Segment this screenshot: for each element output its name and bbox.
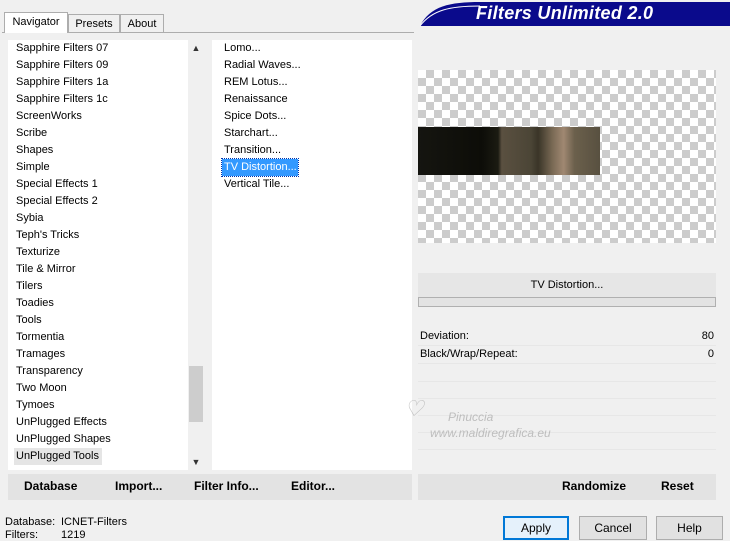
category-item[interactable]: Tools bbox=[14, 312, 186, 329]
category-item[interactable]: Sybia bbox=[14, 210, 186, 227]
watermark-name: Pinuccia bbox=[448, 410, 494, 424]
filter-item[interactable]: TV Distortion... bbox=[221, 158, 299, 177]
category-item[interactable]: UnPlugged Effects bbox=[14, 414, 186, 431]
filter-progress-bar bbox=[418, 297, 716, 307]
watermark-logo-icon: ♡ bbox=[404, 396, 424, 421]
scroll-down-icon[interactable]: ▼ bbox=[188, 454, 204, 470]
watermark-url: www.maldiregrafica.eu bbox=[430, 426, 551, 440]
app-title: Filters Unlimited 2.0 bbox=[476, 3, 654, 23]
category-item[interactable]: UnPlugged Shapes bbox=[14, 431, 186, 448]
category-item[interactable]: Transparency bbox=[14, 363, 186, 380]
category-item[interactable]: Shapes bbox=[14, 142, 186, 159]
category-item[interactable]: Scribe bbox=[14, 125, 186, 142]
filters-count-value: 1219 bbox=[61, 529, 86, 541]
control-divider bbox=[418, 398, 716, 399]
category-list[interactable]: Sapphire Filters 07 Sapphire Filters 09 Sa… bbox=[14, 40, 186, 465]
control-divider bbox=[418, 381, 716, 382]
tab-navigator[interactable]: Navigator bbox=[4, 12, 68, 33]
filter-list-panel: Lomo... Radial Waves... REM Lotus... Renais… bbox=[212, 40, 412, 470]
category-item[interactable]: Sapphire Filters 07 bbox=[14, 40, 186, 57]
category-item[interactable]: Sapphire Filters 1c bbox=[14, 91, 186, 108]
category-item[interactable]: Tramages bbox=[14, 346, 186, 363]
category-item[interactable]: Tile & Mirror bbox=[14, 261, 186, 278]
control-divider bbox=[418, 449, 716, 450]
filter-item[interactable]: REM Lotus... bbox=[222, 74, 407, 91]
category-item[interactable]: UnPlugged Tools bbox=[14, 448, 102, 465]
cancel-button[interactable]: Cancel bbox=[579, 516, 647, 540]
category-item[interactable]: Teph's Tricks bbox=[14, 227, 186, 244]
preview-image bbox=[418, 127, 600, 175]
filter-item[interactable]: Spice Dots... bbox=[222, 108, 407, 125]
control-label: Deviation: bbox=[420, 330, 469, 342]
category-item[interactable]: Sapphire Filters 09 bbox=[14, 57, 186, 74]
category-item[interactable]: Tymoes bbox=[14, 397, 186, 414]
filter-name-label: TV Distortion... bbox=[418, 273, 716, 297]
category-item[interactable]: Toadies bbox=[14, 295, 186, 312]
filter-item[interactable]: Starchart... bbox=[222, 125, 407, 142]
category-item[interactable]: Tormentia bbox=[14, 329, 186, 346]
preview-checkerboard bbox=[418, 70, 716, 243]
tab-about[interactable]: About bbox=[120, 14, 164, 32]
category-item[interactable]: Sapphire Filters 1a bbox=[14, 74, 186, 91]
help-button[interactable]: Help bbox=[656, 516, 723, 540]
filter-list[interactable]: Lomo... Radial Waves... REM Lotus... Renais… bbox=[221, 40, 407, 193]
category-item[interactable]: Tilers bbox=[14, 278, 186, 295]
database-value: ICNET-Filters bbox=[61, 516, 127, 528]
category-item[interactable]: Special Effects 2 bbox=[14, 193, 186, 210]
filter-item[interactable]: Lomo... bbox=[222, 40, 407, 57]
reset-button[interactable]: Reset bbox=[661, 479, 694, 493]
category-item[interactable]: Texturize bbox=[14, 244, 186, 261]
randomize-button[interactable]: Randomize bbox=[562, 479, 626, 493]
filter-info-button[interactable]: Filter Info... bbox=[194, 479, 259, 493]
scroll-up-icon[interactable]: ▲ bbox=[188, 40, 204, 56]
filters-count-label: Filters: bbox=[5, 529, 38, 541]
control-deviation[interactable]: Deviation: 80 bbox=[418, 328, 716, 346]
tab-presets[interactable]: Presets bbox=[68, 14, 120, 32]
scroll-thumb[interactable] bbox=[189, 366, 203, 422]
database-button[interactable]: Database bbox=[24, 479, 77, 493]
category-item[interactable]: ScreenWorks bbox=[14, 108, 186, 125]
category-item[interactable]: Simple bbox=[14, 159, 186, 176]
import-button[interactable]: Import... bbox=[115, 479, 162, 493]
category-item[interactable]: Special Effects 1 bbox=[14, 176, 186, 193]
filter-item[interactable]: Radial Waves... bbox=[222, 57, 407, 74]
filter-item[interactable]: Transition... bbox=[222, 142, 407, 159]
database-label: Database: bbox=[5, 516, 56, 528]
filter-item[interactable]: Vertical Tile... bbox=[222, 176, 407, 193]
apply-button[interactable]: Apply bbox=[503, 516, 569, 540]
editor-button[interactable]: Editor... bbox=[291, 479, 335, 493]
category-scrollbar[interactable]: ▲ ▼ bbox=[188, 40, 204, 470]
control-value[interactable]: 0 bbox=[708, 348, 714, 360]
control-value[interactable]: 80 bbox=[702, 330, 714, 342]
control-black-wrap-repeat[interactable]: Black/Wrap/Repeat: 0 bbox=[418, 346, 716, 364]
category-item[interactable]: Two Moon bbox=[14, 380, 186, 397]
filter-item[interactable]: Renaissance bbox=[222, 91, 407, 108]
control-label: Black/Wrap/Repeat: bbox=[420, 348, 518, 360]
category-list-panel: Sapphire Filters 07 Sapphire Filters 09 Sa… bbox=[8, 40, 188, 470]
